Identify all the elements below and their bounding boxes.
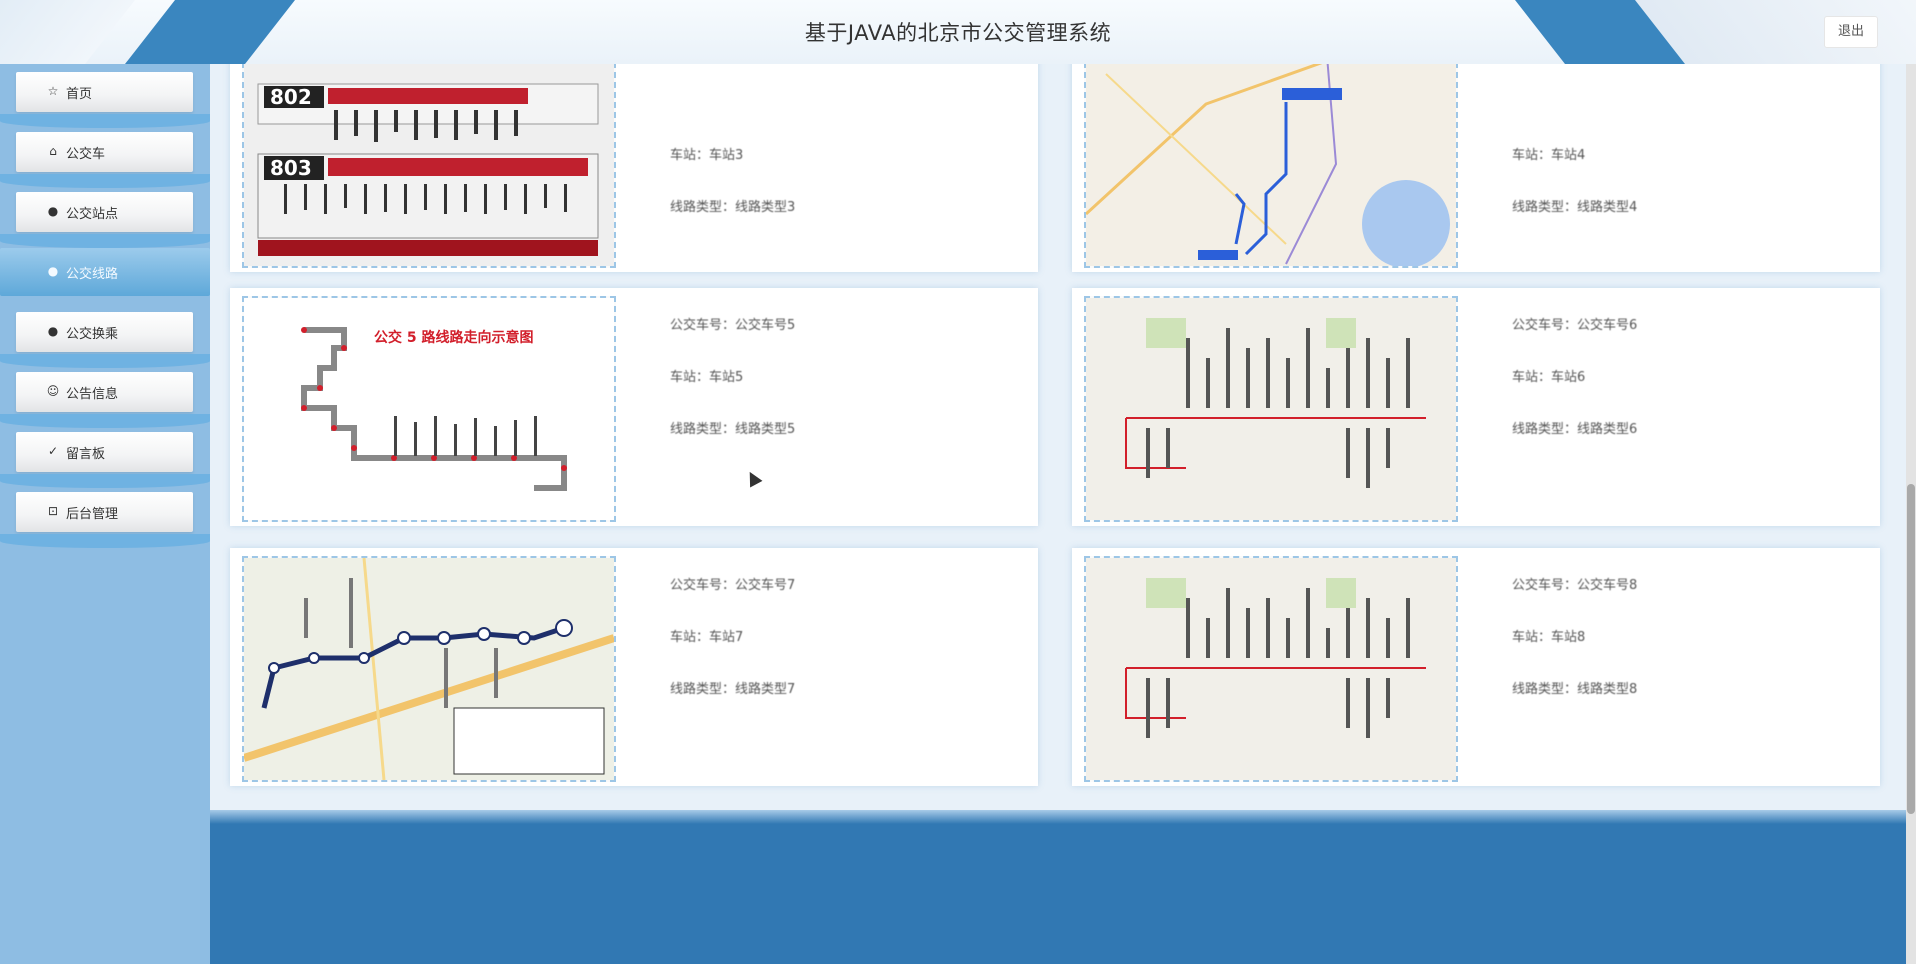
route-info: 公交车号：公交车号7 车站：车站7 线路类型：线路类型7 <box>670 574 795 730</box>
route-type-text: 线路类型：线路类型5 <box>670 422 796 437</box>
station-text: 车站：车站6 <box>1512 370 1586 385</box>
bag-icon: ⌂ <box>49 144 57 158</box>
sidebar-item-label: 公交换乘 <box>66 327 119 342</box>
board-number-bottom: 803 <box>270 156 312 180</box>
scrollbar-thumb[interactable] <box>1907 484 1915 814</box>
app-title: 基于JAVA的北京市公交管理系统 <box>804 21 1112 45</box>
route-type-text: 线路类型：线路类型3 <box>670 200 796 215</box>
sidebar-item-label: 留言板 <box>66 447 106 462</box>
station-text: 车站：车站7 <box>670 630 744 645</box>
sidebar-item-label: 后台管理 <box>66 507 119 522</box>
sidebar-item-bus[interactable]: ⌂ 公交车 <box>16 132 193 172</box>
nav-separator <box>0 234 210 248</box>
nav-separator <box>0 474 210 488</box>
info-icon: ● <box>47 324 59 338</box>
route-image-map[interactable] <box>1084 556 1458 782</box>
route-image-map-stops[interactable] <box>242 556 616 782</box>
sidebar-item-home[interactable]: ☆ 首页 <box>16 72 193 112</box>
gift-icon: ⊡ <box>47 504 59 518</box>
route-card[interactable]: 802 803 车站：车站3 线路类型：线路类型3 <box>230 64 1038 272</box>
route-card[interactable]: 车站：车站4 线路类型：线路类型4 <box>1072 64 1880 272</box>
info-icon: ● <box>47 204 59 218</box>
route-image-schematic[interactable]: 公交 5 路线路走向示意图 <box>242 296 616 522</box>
station-text: 车站：车站8 <box>1512 630 1586 645</box>
route-card[interactable]: 公交车号：公交车号7 车站：车站7 线路类型：线路类型7 <box>230 548 1038 786</box>
nav-separator <box>0 534 210 548</box>
page-footer <box>210 810 1906 964</box>
route-info: 车站：车站4 线路类型：线路类型4 <box>1512 144 1637 248</box>
route-info: 公交车号：公交车号6 车站：车站6 线路类型：线路类型6 <box>1512 314 1637 470</box>
sidebar-item-label: 公告信息 <box>66 387 119 402</box>
route-card[interactable]: 公交 5 路线路走向示意图 公交车号：公交车号5 车站：车站5 线路类型：线路类… <box>230 288 1038 526</box>
top-header: 基于JAVA的北京市公交管理系统 退出 <box>0 0 1916 64</box>
sidebar-item-bus-routes[interactable]: ● 公交线路 <box>0 248 210 296</box>
route-type-text: 线路类型：线路类型7 <box>670 682 796 697</box>
sidebar-item-label: 公交线路 <box>66 267 119 282</box>
sidebar: ☆ 首页 ⌂ 公交车 ● 公交站点 ● 公交线路 ● 公交换乘 ☺ 公告信息 ✓… <box>0 64 210 964</box>
bus-number-text: 公交车号：公交车号6 <box>1512 318 1638 333</box>
route-info: 公交车号：公交车号8 车站：车站8 线路类型：线路类型8 <box>1512 574 1637 730</box>
bus-number-text: 公交车号：公交车号5 <box>670 318 796 333</box>
home-icon: ☆ <box>47 84 59 98</box>
board-number-top: 802 <box>270 85 312 109</box>
station-text: 车站：车站5 <box>670 370 744 385</box>
smile-icon: ☺ <box>46 384 60 398</box>
page-scrollbar[interactable] <box>1906 64 1916 964</box>
route-schematic-title: 公交 5 路线路走向示意图 <box>374 329 534 346</box>
route-type-text: 线路类型：线路类型8 <box>1512 682 1638 697</box>
nav-separator <box>0 414 210 428</box>
route-image-map[interactable] <box>1084 296 1458 522</box>
route-type-text: 线路类型：线路类型6 <box>1512 422 1638 437</box>
station-text: 车站：车站3 <box>670 148 744 163</box>
route-image-board[interactable]: 802 803 <box>242 64 616 268</box>
sidebar-item-bus-stops[interactable]: ● 公交站点 <box>16 192 193 232</box>
route-image-map[interactable] <box>1084 64 1458 268</box>
nav-separator <box>0 354 210 368</box>
route-card[interactable]: 公交车号：公交车号8 车站：车站8 线路类型：线路类型8 <box>1072 548 1880 786</box>
circle-icon: ● <box>47 264 59 278</box>
main-content: 802 803 车站：车站3 线路类型：线路类型3 车站：车站4 线路类型：线路… <box>210 64 1906 964</box>
route-type-text: 线路类型：线路类型4 <box>1512 200 1638 215</box>
route-info: 车站：车站3 线路类型：线路类型3 <box>670 144 795 248</box>
nav-separator <box>0 174 210 188</box>
sidebar-item-transfer[interactable]: ● 公交换乘 <box>16 312 193 352</box>
sidebar-item-admin[interactable]: ⊡ 后台管理 <box>16 492 193 532</box>
check-circle-icon: ✓ <box>47 444 59 458</box>
sidebar-item-label: 首页 <box>66 87 93 102</box>
route-info: 公交车号：公交车号5 车站：车站5 线路类型：线路类型5 <box>670 314 795 470</box>
nav-separator <box>0 114 210 128</box>
sidebar-item-message-board[interactable]: ✓ 留言板 <box>16 432 193 472</box>
sidebar-item-label: 公交站点 <box>66 207 119 222</box>
bus-number-text: 公交车号：公交车号7 <box>670 578 796 593</box>
station-text: 车站：车站4 <box>1512 148 1586 163</box>
logout-button[interactable]: 退出 <box>1824 16 1878 48</box>
sidebar-item-notices[interactable]: ☺ 公告信息 <box>16 372 193 412</box>
sidebar-item-label: 公交车 <box>66 147 106 162</box>
route-card[interactable]: 公交车号：公交车号6 车站：车站6 线路类型：线路类型6 <box>1072 288 1880 526</box>
bus-number-text: 公交车号：公交车号8 <box>1512 578 1638 593</box>
